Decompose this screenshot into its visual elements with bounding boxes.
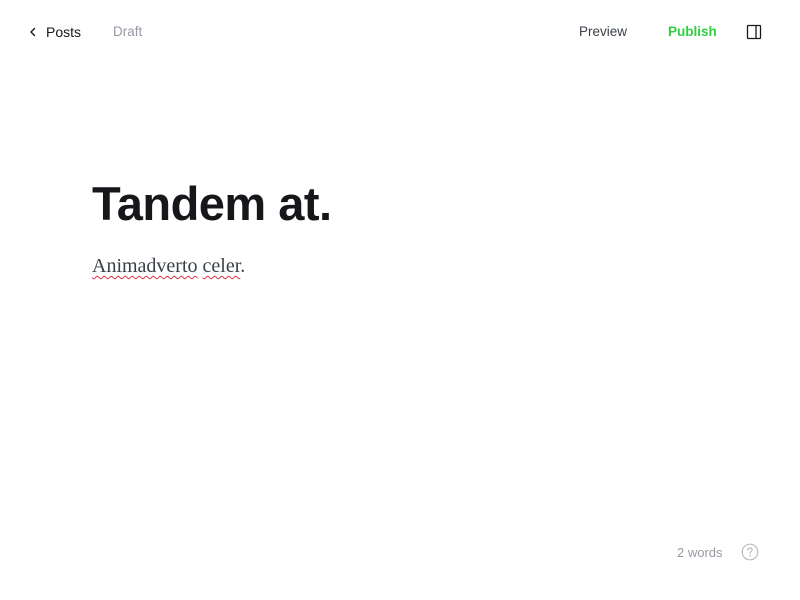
back-link-label: Posts — [46, 24, 82, 40]
preview-button[interactable]: Preview — [579, 24, 627, 39]
post-title[interactable]: Tandem at. — [92, 176, 332, 232]
post-status: Draft — [113, 24, 143, 39]
chevron-left-icon — [30, 27, 36, 37]
sidebar-panel-icon[interactable] — [746, 24, 762, 40]
body-punctuation: . — [240, 255, 246, 277]
back-to-posts-link[interactable]: Posts — [28, 22, 81, 42]
publish-button[interactable]: Publish — [668, 24, 717, 39]
post-body[interactable]: Animadverto celer. — [92, 252, 245, 280]
word-count: 2 words — [677, 545, 723, 560]
editor-header: Posts Draft Preview Publish — [0, 0, 800, 64]
body-word: Animadverto — [92, 255, 198, 277]
body-word: celer — [202, 255, 241, 277]
help-circle-icon[interactable] — [741, 543, 759, 561]
